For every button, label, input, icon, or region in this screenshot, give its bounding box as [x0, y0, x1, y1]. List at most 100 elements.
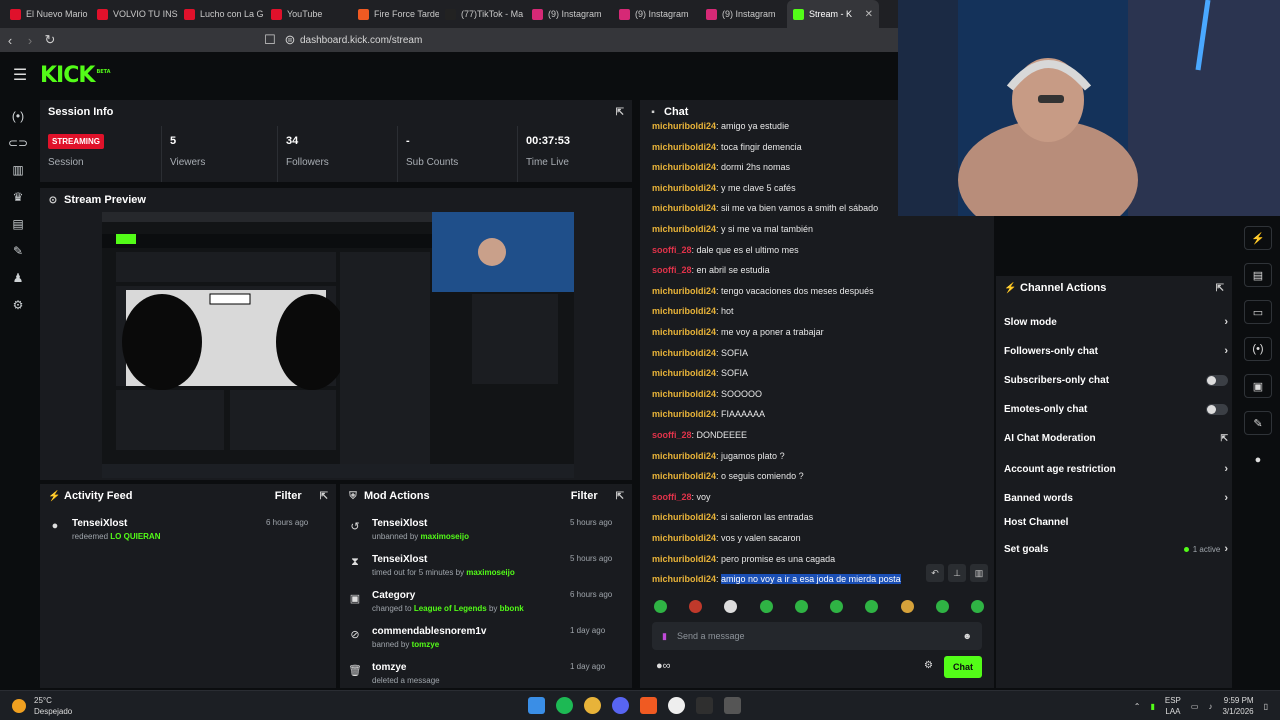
analytics-icon[interactable]: ▥ [0, 156, 36, 183]
chat-message[interactable]: michuriboldi24: sii me va bien vamos a s… [652, 203, 878, 213]
emoji-icon[interactable]: ☻ [963, 631, 972, 641]
browser-tab[interactable]: (9) Instagram [526, 0, 613, 28]
chat-username[interactable]: michuriboldi24 [652, 183, 716, 193]
channel-action-followers-only-chat[interactable]: Followers-only chat › [1004, 345, 1228, 357]
bookmark-icon[interactable]: ☐ [260, 32, 280, 48]
chat-username[interactable]: sooffi_28 [652, 492, 692, 502]
chat-message[interactable]: michuriboldi24: tengo vacaciones dos mes… [652, 286, 874, 296]
media-icon[interactable]: ▤ [0, 210, 36, 237]
mod-popout-icon[interactable]: ⇱ [616, 491, 624, 502]
chat-username[interactable]: michuriboldi24 [652, 121, 716, 131]
chat-username[interactable]: michuriboldi24 [652, 389, 716, 399]
tray-overflow-icon[interactable]: ⌃ [1134, 702, 1141, 711]
network-icon[interactable]: ▭ [1191, 702, 1199, 711]
discord-icon[interactable] [612, 697, 629, 714]
mod-action-target[interactable]: tomzye [372, 662, 440, 673]
users-icon[interactable]: ♟ [0, 264, 36, 291]
notifications-icon[interactable]: ▯ [1264, 702, 1268, 711]
toggle-switch[interactable] [1206, 404, 1228, 415]
browser-tab[interactable]: Stream - K ✕ [787, 0, 879, 28]
app-icon[interactable] [696, 697, 713, 714]
chat-username[interactable]: michuriboldi24 [652, 574, 716, 584]
chat-message[interactable]: michuriboldi24: hot [652, 306, 734, 316]
emote-icon[interactable] [654, 600, 667, 613]
chat-username[interactable]: michuriboldi24 [652, 533, 716, 543]
tools-dock-icon[interactable]: ✎ [1244, 411, 1272, 435]
chat-username[interactable]: sooffi_28 [652, 430, 692, 440]
emote-icon[interactable] [689, 600, 703, 613]
mod-dock-icon[interactable]: ▣ [1244, 374, 1272, 398]
chat-username[interactable]: michuriboldi24 [652, 286, 716, 296]
channel-action-account-age-restriction[interactable]: Account age restriction › [1004, 463, 1228, 475]
back-icon[interactable]: ‹ [0, 33, 20, 48]
browser-tab[interactable]: El Nuevo Mario [4, 0, 91, 28]
chat-message[interactable]: michuriboldi24: pero promise es una caga… [652, 554, 835, 564]
emote-icon[interactable] [970, 600, 984, 613]
chat-message[interactable]: michuriboldi24: y me clave 5 cafés [652, 183, 796, 193]
emote-icon[interactable] [794, 600, 808, 613]
mod-action-target[interactable]: Category [372, 590, 524, 601]
language-indicator[interactable]: ESP LAA [1165, 695, 1181, 717]
emote-icon[interactable] [900, 600, 914, 613]
browser-tab[interactable]: VOLVIO TU INS [91, 0, 178, 28]
activity-user[interactable]: TenseiXlost [72, 518, 161, 529]
channel-action-ai-chat-moderation[interactable]: AI Chat Moderation ⇱ [1004, 433, 1228, 444]
chat-message[interactable]: michuriboldi24: FIAAAAAA [652, 409, 765, 419]
send-chat-button[interactable]: Chat [944, 656, 982, 678]
activity-filter-button[interactable]: Filter [275, 490, 302, 502]
chat-message[interactable]: sooffi_28: DONDEEEE [652, 430, 747, 440]
chat-message[interactable]: michuriboldi24: y si me va mal también [652, 224, 813, 234]
popout-icon[interactable]: ⇱ [616, 107, 624, 118]
toggle-switch[interactable] [1206, 375, 1228, 386]
mod-action-target[interactable]: TenseiXlost [372, 518, 469, 529]
chat-username[interactable]: michuriboldi24 [652, 306, 716, 316]
channel-action-subscribers-only-chat[interactable]: Subscribers-only chat [1004, 375, 1228, 386]
stream-preview-video[interactable] [102, 212, 574, 478]
browser-tab[interactable]: (9) Instagram [700, 0, 787, 28]
chat-username[interactable]: michuriboldi24 [652, 409, 716, 419]
channel-action-emotes-only-chat[interactable]: Emotes-only chat [1004, 404, 1228, 415]
chat-message[interactable]: michuriboldi24: jugamos plato ? [652, 451, 785, 461]
chat-username[interactable]: michuriboldi24 [652, 368, 716, 378]
channel-action-host-channel[interactable]: Host Channel [1004, 517, 1228, 528]
chat-message[interactable]: michuriboldi24: amigo no voy a ir a esa … [652, 574, 901, 585]
volume-icon[interactable]: ♪ [1208, 702, 1212, 711]
mod-action-target[interactable]: TenseiXlost [372, 554, 515, 565]
url-text[interactable]: dashboard.kick.com/stream [300, 35, 422, 46]
delete-icon[interactable]: ▥ [970, 564, 988, 582]
link-icon[interactable]: ⊂⊃ [0, 129, 36, 156]
mod-action-target[interactable]: commendablesnorem1v [372, 626, 487, 637]
chat-username[interactable]: sooffi_28 [652, 245, 692, 255]
channel-action-slow-mode[interactable]: Slow mode › [1004, 316, 1228, 328]
chat-message[interactable]: michuriboldi24: toca fingir demencia [652, 142, 802, 152]
extra-app-icon[interactable] [724, 697, 741, 714]
site-info-icon[interactable]: ⊜ [280, 32, 300, 48]
emote-icon[interactable] [759, 600, 773, 613]
chat-message[interactable]: sooffi_28: dale que es el ultimo mes [652, 245, 799, 255]
chat-username[interactable]: michuriboldi24 [652, 224, 716, 234]
stream-dock-icon[interactable]: (•) [1244, 337, 1272, 361]
kick-points-icon[interactable]: ●∞ [656, 660, 671, 672]
pin-icon[interactable]: ⊥ [948, 564, 966, 582]
chat-username[interactable]: michuriboldi24 [652, 142, 716, 152]
browser-tab[interactable]: (9) Instagram [613, 0, 700, 28]
browser-tab[interactable]: YouTube [265, 0, 352, 28]
mic-tray-icon[interactable]: ▮ [1150, 702, 1154, 711]
chat-message[interactable]: michuriboldi24: amigo ya estudie [652, 121, 789, 131]
chat-message[interactable]: michuriboldi24: SOFIA [652, 348, 748, 358]
chat-message[interactable]: michuriboldi24: si salieron las entradas [652, 512, 813, 522]
windows-start-icon[interactable] [528, 697, 545, 714]
browser-tab[interactable]: (77)TikTok - Ma [439, 0, 526, 28]
chat-message[interactable]: michuriboldi24: dormi 2hs nomas [652, 162, 790, 172]
chat-username[interactable]: sooffi_28 [652, 265, 692, 275]
chat-message[interactable]: michuriboldi24: SOOOOO [652, 389, 762, 399]
notes-icon[interactable]: ▤ [1244, 263, 1272, 287]
channel-action-set-goals[interactable]: Set goals 1 active › [1004, 543, 1228, 555]
chat-message[interactable]: michuriboldi24: SOFIA [652, 368, 748, 378]
reply-icon[interactable]: ↶ [926, 564, 944, 582]
chat-username[interactable]: michuriboldi24 [652, 327, 716, 337]
tab-close-icon[interactable]: ✕ [865, 9, 873, 20]
stream-icon[interactable]: (•) [0, 102, 36, 129]
emote-icon[interactable] [935, 600, 949, 613]
browser-tab[interactable]: Fire Force Tarde [352, 0, 439, 28]
